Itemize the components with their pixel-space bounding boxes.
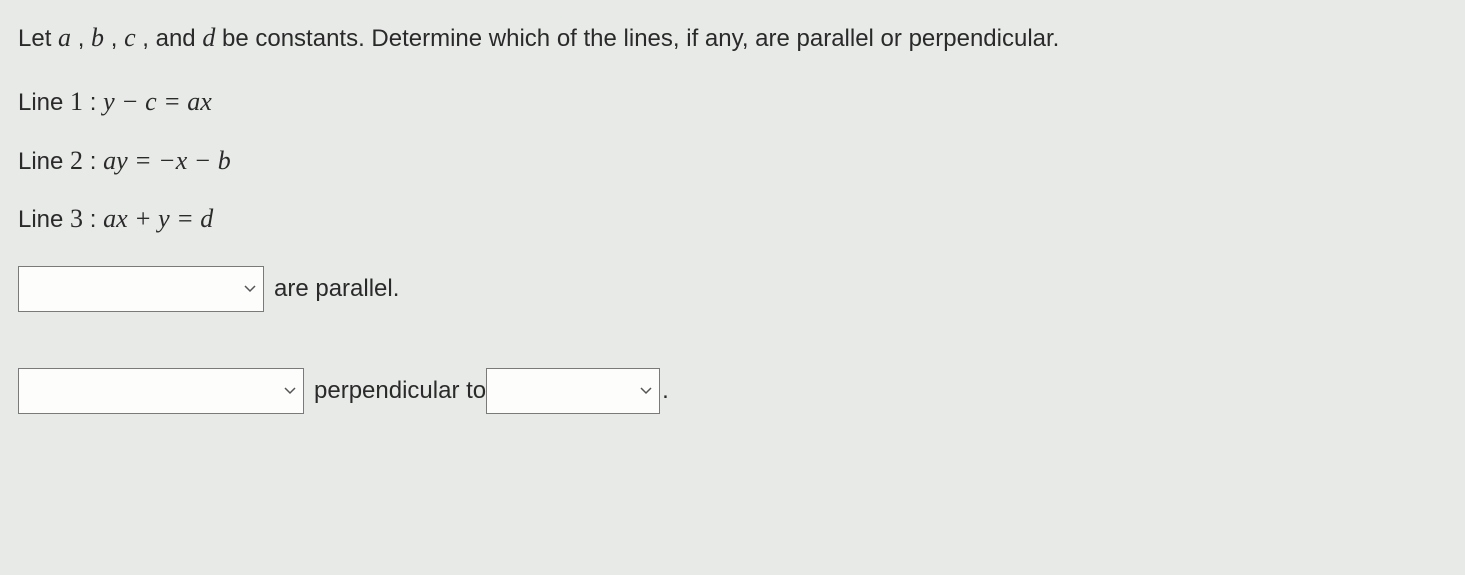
- line-3-equation: ax + y = d: [103, 204, 213, 233]
- constant-a: a: [58, 23, 71, 52]
- line-3: Line 3 : ax + y = d: [18, 201, 1447, 237]
- intro-text-1: Let: [18, 25, 58, 52]
- line-2-label: Line: [18, 148, 70, 175]
- question-intro: Let a , b , c , and d be constants. Dete…: [18, 20, 1447, 56]
- line-2-equation: ay = −x − b: [103, 146, 231, 175]
- line-2-colon: :: [83, 148, 103, 175]
- line-3-num: 3: [70, 204, 83, 233]
- perpendicular-left-select[interactable]: [18, 368, 304, 414]
- perpendicular-text: perpendicular to: [314, 374, 486, 408]
- intro-sep-2: ,: [104, 25, 124, 52]
- line-2-num: 2: [70, 146, 83, 175]
- parallel-text: are parallel.: [274, 272, 399, 306]
- intro-sep-1: ,: [71, 25, 91, 52]
- period: .: [662, 374, 669, 408]
- intro-text-2: be constants. Determine which of the lin…: [215, 25, 1059, 52]
- perpendicular-right-select[interactable]: [486, 368, 660, 414]
- perpendicular-answer-row: perpendicular to .: [18, 368, 1447, 414]
- chevron-down-icon: [243, 282, 257, 296]
- constant-b: b: [91, 23, 104, 52]
- constant-c: c: [124, 23, 136, 52]
- line-1-colon: :: [83, 89, 103, 116]
- intro-sep-3: , and: [136, 25, 203, 52]
- line-3-colon: :: [83, 206, 103, 233]
- parallel-select[interactable]: [18, 266, 264, 312]
- constant-d: d: [202, 23, 215, 52]
- parallel-answer-row: are parallel.: [18, 266, 1447, 312]
- chevron-down-icon: [639, 384, 653, 398]
- line-2: Line 2 : ay = −x − b: [18, 143, 1447, 179]
- line-1-num: 1: [70, 87, 83, 116]
- line-3-label: Line: [18, 206, 70, 233]
- line-1: Line 1 : y − c = ax: [18, 84, 1447, 120]
- chevron-down-icon: [283, 384, 297, 398]
- line-1-equation: y − c = ax: [103, 87, 212, 116]
- line-1-label: Line: [18, 89, 70, 116]
